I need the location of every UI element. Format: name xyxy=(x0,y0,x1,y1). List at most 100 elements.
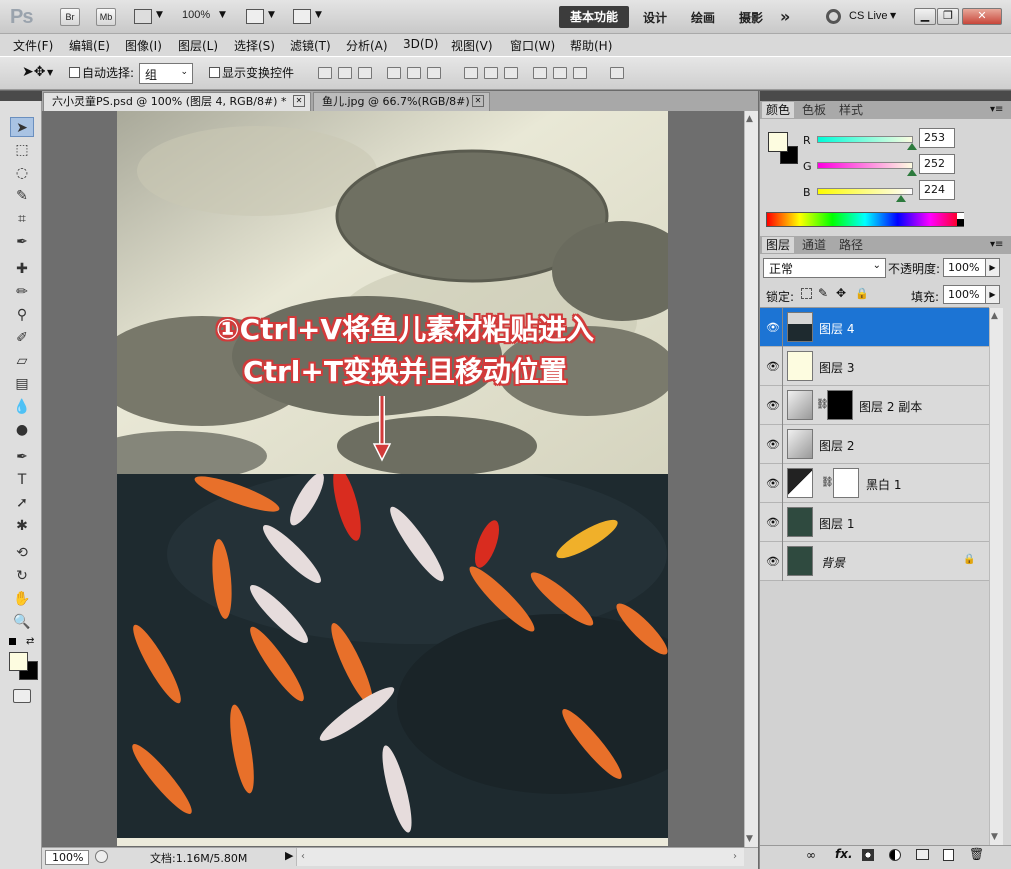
b-slider-thumb[interactable] xyxy=(896,195,907,202)
blur-tool-icon[interactable]: 💧 xyxy=(10,397,34,417)
chevron-down-icon[interactable]: ▼ xyxy=(315,10,322,20)
tab-liuxiaolingtong[interactable]: 六小灵童PS.psd @ 100% (图层 4, RGB/8#) * ✕ xyxy=(43,92,311,111)
layer-row-layer2-copy[interactable]: 👁 ⛓ 图层 2 副本 xyxy=(760,386,989,425)
lock-all-icon[interactable]: 🔒 xyxy=(855,287,869,300)
shape-tool-icon[interactable]: ✱ xyxy=(10,516,34,536)
cs-live-button[interactable]: CS Live xyxy=(849,10,888,22)
g-value[interactable]: 252 xyxy=(919,154,955,174)
history-brush-tool-icon[interactable]: ✐ xyxy=(10,328,34,348)
align-bottom-icon[interactable] xyxy=(358,67,372,79)
more-workspaces-icon[interactable]: » xyxy=(780,7,790,26)
adjustment-icon[interactable] xyxy=(889,849,901,861)
tab-styles[interactable]: 样式 xyxy=(835,102,867,118)
menu-view[interactable]: 视图(V) xyxy=(451,37,493,54)
foreground-color-swatch[interactable] xyxy=(9,652,28,671)
close-tab-icon[interactable]: ✕ xyxy=(293,95,305,107)
view-extras-icon[interactable] xyxy=(134,9,152,24)
status-zoom-field[interactable]: 100% xyxy=(45,850,89,865)
layer-row-background[interactable]: 👁 背景 🔒 xyxy=(760,542,989,581)
pen-tool-icon[interactable]: ✒ xyxy=(10,447,34,467)
crop-tool-icon[interactable]: ⌗ xyxy=(10,209,34,229)
show-transform-checkbox[interactable] xyxy=(209,67,220,78)
chevron-down-icon[interactable]: ▼ xyxy=(47,68,53,77)
chevron-down-icon[interactable]: ▼ xyxy=(156,10,163,20)
menu-help[interactable]: 帮助(H) xyxy=(570,37,612,54)
b-value[interactable]: 224 xyxy=(919,180,955,200)
blend-mode-dropdown[interactable]: 正常 ⌄ xyxy=(763,258,886,278)
mask-icon[interactable] xyxy=(862,849,874,861)
menu-select[interactable]: 选择(S) xyxy=(234,37,275,54)
layer-row-layer2[interactable]: 👁 图层 2 xyxy=(760,425,989,464)
quick-mask-icon[interactable] xyxy=(13,689,31,703)
panel-foreground-swatch[interactable] xyxy=(768,132,788,152)
arrange-documents-icon[interactable] xyxy=(246,9,264,24)
cs-live-icon[interactable] xyxy=(826,9,841,24)
lock-position-icon[interactable]: ✥ xyxy=(836,286,846,300)
panel-menu-icon[interactable]: ▾≡ xyxy=(990,104,1003,115)
minimize-icon[interactable]: ▁ xyxy=(914,8,936,25)
chevron-down-icon[interactable]: ▼ xyxy=(219,10,226,20)
fill-arrow-icon[interactable]: ▶ xyxy=(985,285,1000,304)
panel-menu-icon[interactable]: ▾≡ xyxy=(990,239,1003,250)
layer-row-blackwhite1[interactable]: 👁 ⛓ 黑白 1 xyxy=(760,464,989,503)
3d-orbit-tool-icon[interactable]: ↻ xyxy=(10,566,34,586)
layers-scrollbar[interactable] xyxy=(989,308,1003,845)
align-left-icon[interactable] xyxy=(387,67,401,79)
3d-rotate-tool-icon[interactable]: ⟲ xyxy=(10,543,34,563)
align-top-icon[interactable] xyxy=(318,67,332,79)
zoom-tool-icon[interactable]: 🔍 xyxy=(10,612,34,632)
r-value[interactable]: 253 xyxy=(919,128,955,148)
menu-window[interactable]: 窗口(W) xyxy=(510,37,555,54)
menu-edit[interactable]: 编辑(E) xyxy=(69,37,110,54)
workspace-essentials-button[interactable]: 基本功能 xyxy=(559,6,629,28)
menu-3d[interactable]: 3D(D) xyxy=(403,37,438,51)
healing-brush-tool-icon[interactable]: ✚ xyxy=(10,259,34,279)
r-slider-thumb[interactable] xyxy=(907,143,918,150)
lock-pixels-icon[interactable]: ✎ xyxy=(818,286,828,300)
fill-field[interactable]: 100% xyxy=(943,285,986,304)
auto-select-dropdown[interactable]: 组 ⌄ xyxy=(139,63,193,84)
status-info-icon[interactable] xyxy=(95,850,108,863)
distribute-left-icon[interactable] xyxy=(533,67,547,79)
workspace-photography-button[interactable]: 摄影 xyxy=(739,9,763,26)
new-layer-icon[interactable] xyxy=(943,849,954,861)
eye-icon[interactable]: 👁 xyxy=(766,399,780,412)
layer-row-layer4[interactable]: 👁 图层 4 xyxy=(760,308,989,347)
tab-layers[interactable]: 图层 xyxy=(762,237,795,253)
close-icon[interactable]: ✕ xyxy=(962,8,1002,25)
scroll-up-icon[interactable]: ▲ xyxy=(991,311,998,321)
bridge-button[interactable]: Br xyxy=(60,8,80,26)
layer-mask-thumbnail[interactable] xyxy=(833,468,859,498)
eye-icon[interactable]: 👁 xyxy=(766,477,780,490)
vertical-scrollbar[interactable] xyxy=(744,111,758,847)
chevron-down-icon[interactable]: ▼ xyxy=(268,10,275,20)
screen-mode-icon[interactable] xyxy=(293,9,311,24)
path-select-tool-icon[interactable]: ➚ xyxy=(10,493,34,513)
eye-icon[interactable]: 👁 xyxy=(766,360,780,373)
workspace-painting-button[interactable]: 绘画 xyxy=(691,9,715,26)
swap-colors-icon[interactable]: ⇄ xyxy=(26,636,34,647)
brush-tool-icon[interactable]: ✏ xyxy=(10,282,34,302)
distribute-vcenter-icon[interactable] xyxy=(484,67,498,79)
color-spectrum-bar[interactable] xyxy=(766,212,964,227)
scroll-down-icon[interactable]: ▼ xyxy=(746,834,753,844)
tab-yuer[interactable]: 鱼儿.jpg @ 66.7%(RGB/8#) ✕ xyxy=(313,92,490,111)
menu-filter[interactable]: 滤镜(T) xyxy=(290,37,331,54)
fx-icon[interactable]: fx. xyxy=(835,847,853,861)
distribute-bottom-icon[interactable] xyxy=(504,67,518,79)
g-slider[interactable] xyxy=(817,162,913,169)
r-slider[interactable] xyxy=(817,136,913,143)
eyedropper-tool-icon[interactable]: ✒ xyxy=(10,232,34,252)
clone-stamp-tool-icon[interactable]: ⚲ xyxy=(10,305,34,325)
trash-icon[interactable]: 🗑 xyxy=(969,847,984,861)
move-tool-preset-icon[interactable]: ➤✥ xyxy=(22,64,45,80)
layer-row-layer1[interactable]: 👁 图层 1 xyxy=(760,503,989,542)
distribute-hcenter-icon[interactable] xyxy=(553,67,567,79)
opacity-field[interactable]: 100% xyxy=(943,258,986,277)
tab-channels[interactable]: 通道 xyxy=(798,237,830,253)
marquee-tool-icon[interactable]: ⬚ xyxy=(10,140,34,160)
type-tool-icon[interactable]: T xyxy=(10,470,34,490)
tab-swatches[interactable]: 色板 xyxy=(798,102,830,118)
lock-transparency-icon[interactable] xyxy=(801,288,812,299)
mini-bridge-button[interactable]: Mb xyxy=(96,8,116,26)
